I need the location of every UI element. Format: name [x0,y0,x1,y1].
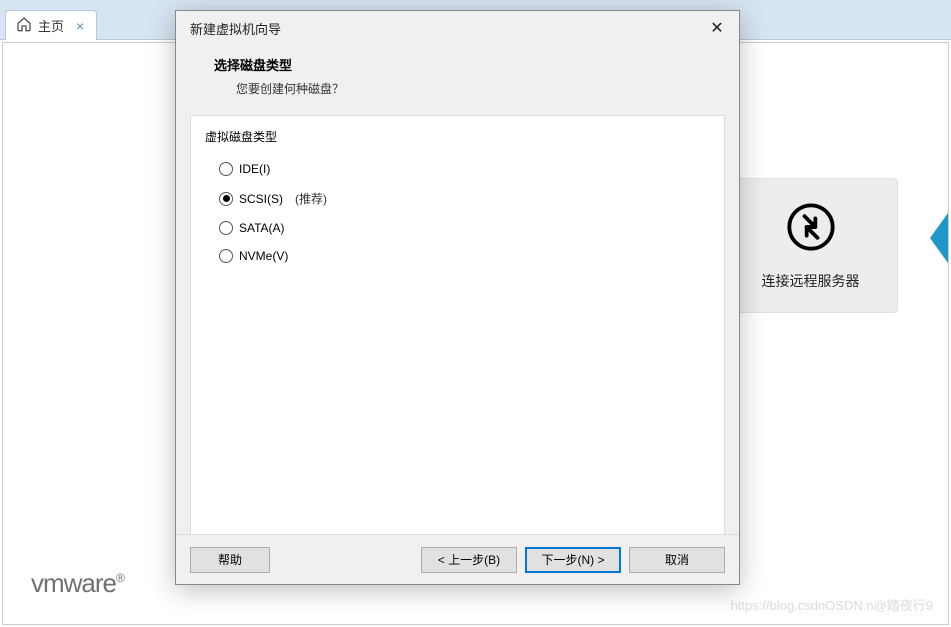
radio-hint: (推荐) [295,190,327,207]
next-button[interactable]: 下一步(N) > [525,547,621,573]
cancel-button[interactable]: 取消 [629,547,725,573]
dialog-title-text: 新建虚拟机向导 [190,19,281,38]
radio-icon [219,192,233,206]
tab-close-icon[interactable]: × [76,18,84,34]
back-button[interactable]: < 上一步(B) [421,547,517,573]
new-vm-wizard-dialog: 新建虚拟机向导 ✕ 选择磁盘类型 您要创建何种磁盘？ 虚拟磁盘类型 IDE(I)… [175,10,740,585]
radio-option-scsi[interactable]: SCSI(S) (推荐) [219,183,710,214]
radio-icon [219,162,233,176]
dialog-titlebar: 新建虚拟机向导 ✕ [176,11,739,45]
home-icon [16,16,32,35]
radio-label: NVMe(V) [239,249,288,263]
radio-option-nvme[interactable]: NVMe(V) [219,242,710,270]
radio-icon [219,221,233,235]
radio-icon [219,249,233,263]
radio-label: IDE(I) [239,162,270,176]
dialog-header-title: 选择磁盘类型 [214,55,719,74]
watermark: https://blog.csdnOSDN.n@踏夜行9 [731,595,934,614]
radio-label: SCSI(S) [239,192,283,206]
connect-remote-server-card[interactable]: 连接远程服务器 [723,178,898,313]
dialog-header: 选择磁盘类型 您要创建何种磁盘？ [176,45,739,115]
side-arrow-icon[interactable] [930,213,948,263]
tab-label: 主页 [38,16,64,35]
vmware-logo: vmware® [31,568,124,599]
help-button[interactable]: 帮助 [190,547,270,573]
radio-option-ide[interactable]: IDE(I) [219,155,710,183]
connect-icon [785,201,837,256]
close-icon[interactable]: ✕ [705,18,729,38]
disk-type-radio-group: IDE(I) SCSI(S) (推荐) SATA(A) NVMe(V) [219,155,710,270]
radio-option-sata[interactable]: SATA(A) [219,214,710,242]
dialog-header-subtitle: 您要创建何种磁盘？ [236,80,719,97]
tab-home[interactable]: 主页 × [5,10,97,40]
server-card-label: 连接远程服务器 [762,271,860,291]
dialog-footer: 帮助 < 上一步(B) 下一步(N) > 取消 [176,534,739,584]
dialog-body: 虚拟磁盘类型 IDE(I) SCSI(S) (推荐) SATA(A) NVMe(… [190,115,725,534]
radio-label: SATA(A) [239,221,285,235]
disk-type-group-label: 虚拟磁盘类型 [205,128,710,145]
